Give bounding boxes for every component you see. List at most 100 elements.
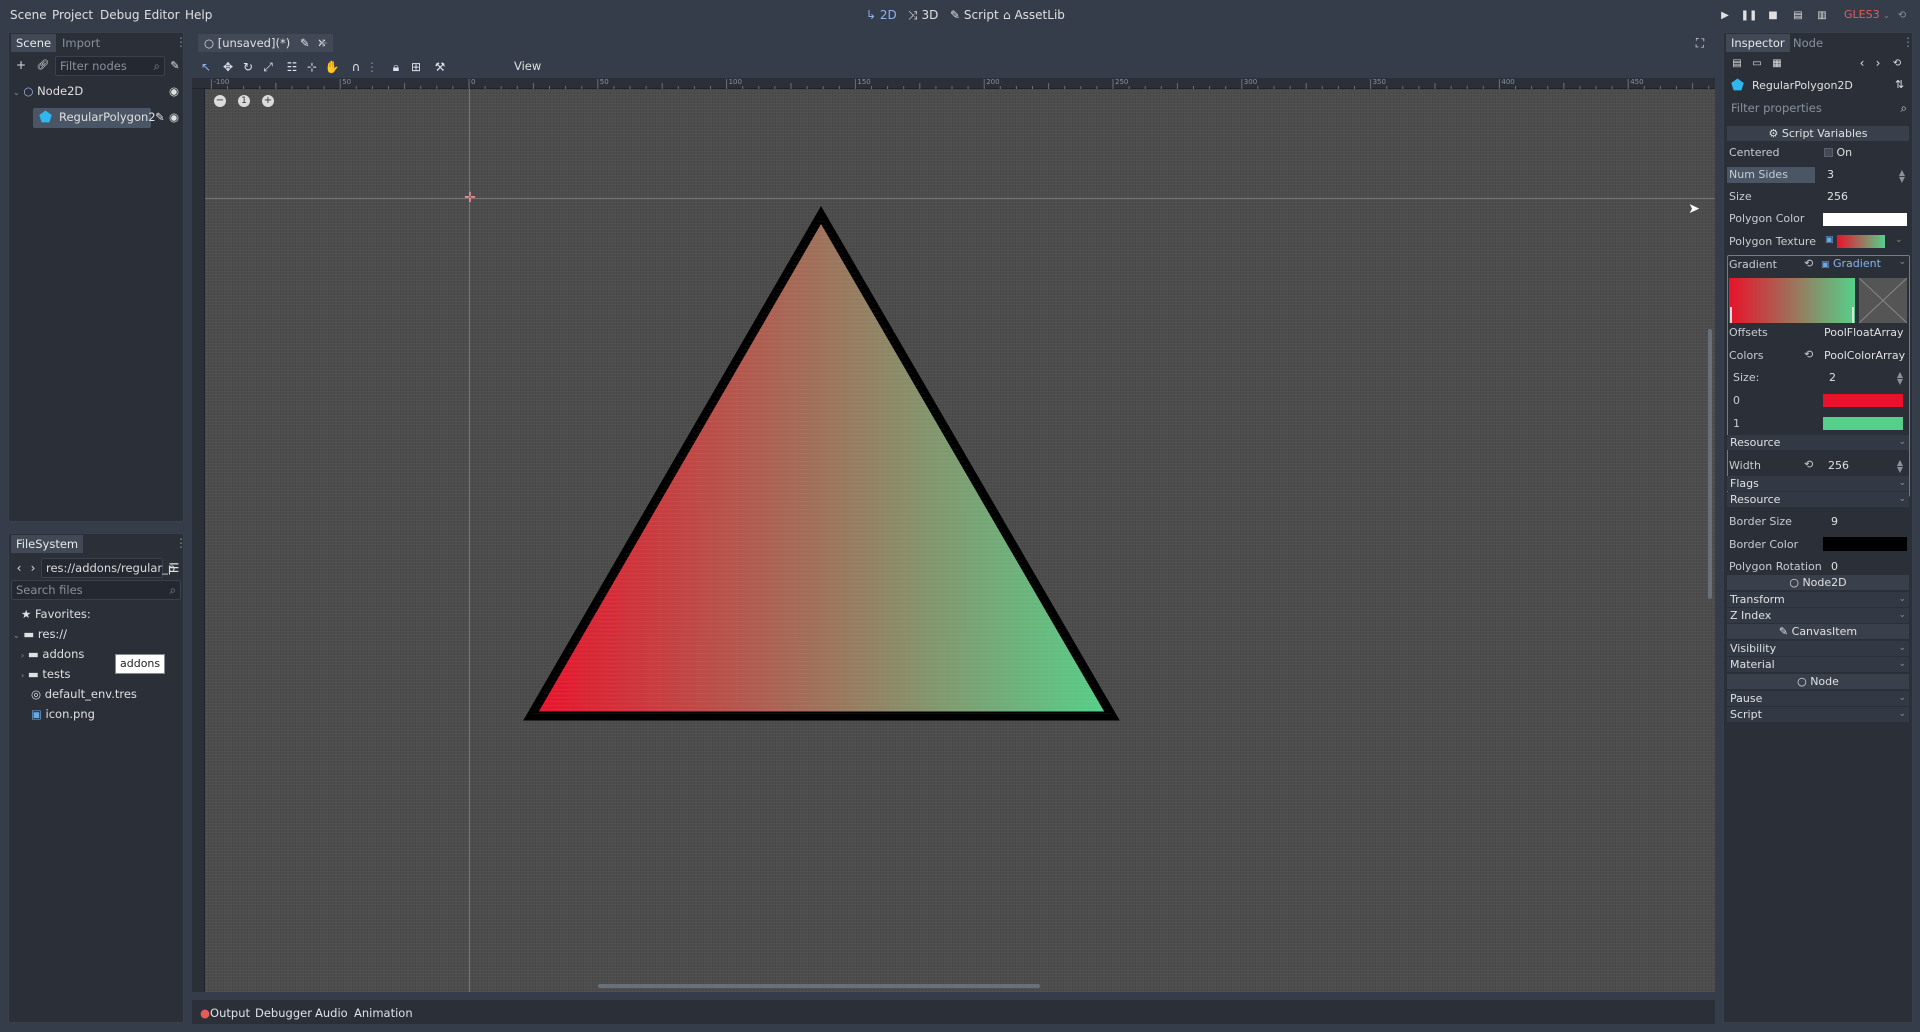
script-group[interactable]: Script ⌄ (1727, 707, 1909, 722)
add-node-button[interactable]: + (13, 57, 29, 73)
attach-script-button[interactable]: ✎ (167, 57, 183, 73)
history-forward-button[interactable]: › (1872, 55, 1884, 71)
pause-group[interactable]: Pause ⌄ (1727, 691, 1909, 706)
tab-debugger[interactable]: Debugger (255, 1006, 312, 1020)
file-default-env-row[interactable]: ◎ default_env.tres (31, 684, 137, 704)
group-button[interactable]: ⊞ (408, 59, 424, 75)
snap-options[interactable]: ⋮ (364, 59, 380, 75)
gradient-editor-preview[interactable] (1729, 278, 1855, 323)
gradient-stop-handle-1[interactable] (1852, 307, 1854, 323)
file-icon-png-row[interactable]: ▣ icon.png (31, 704, 95, 724)
prop-border-size-value[interactable]: 9 (1831, 515, 1838, 528)
dock-menu-icon[interactable]: ⋮ (175, 536, 187, 550)
resource-group[interactable]: Resource ⌄ (1727, 435, 1909, 450)
skeleton-button[interactable]: ⚒ (432, 59, 448, 75)
history-back-button[interactable]: ‹ (1856, 55, 1868, 71)
material-group[interactable]: Material ⌄ (1727, 657, 1909, 672)
scale-tool[interactable]: ⤢ (260, 59, 276, 75)
color-0-swatch[interactable] (1823, 394, 1903, 407)
path-field[interactable]: res://addons/regular_p (41, 558, 175, 578)
filter-nodes-input[interactable]: Filter nodes ⌕ (55, 56, 165, 76)
tree-node-regularpolygon[interactable]: ⬟ RegularPolygon2 ✎ ◉ (31, 105, 181, 129)
mode-script-button[interactable]: ✎ Script (950, 8, 999, 22)
play-scene-button[interactable]: ▤ (1791, 8, 1805, 22)
scene-tab[interactable]: ○ [unsaved](*) ✎ ✕ (198, 34, 333, 52)
pause-button[interactable]: ❚❚ (1741, 8, 1758, 22)
lock-button[interactable]: 🔒︎ (388, 59, 404, 75)
prop-polygon-rotation-value[interactable]: 0 (1831, 560, 1838, 573)
tab-inspector[interactable]: Inspector (1726, 34, 1790, 52)
menu-scene[interactable]: Scene (10, 8, 47, 22)
visibility-eye-icon[interactable]: ◉ (169, 81, 179, 101)
transform-group[interactable]: Transform ⌄ (1727, 592, 1909, 607)
tab-output[interactable]: ●Output (200, 1006, 250, 1020)
tab-node[interactable]: Node (1788, 34, 1828, 52)
tab-animation[interactable]: Animation (354, 1006, 413, 1020)
play-button[interactable]: ▶ (1719, 8, 1731, 22)
split-view-button[interactable]: ☰ (167, 560, 181, 576)
prop-centered-checkbox[interactable]: On (1824, 146, 1852, 159)
folder-tests-row[interactable]: › ▬ tests (21, 664, 70, 684)
favorites-row[interactable]: ★ Favorites: (21, 604, 91, 624)
prop-polygon-texture-field[interactable]: ▣ ⌄ (1823, 234, 1907, 249)
prop-offsets-value[interactable]: PoolFloatArray (1824, 326, 1904, 339)
gradient-stop-handle-0[interactable] (1730, 307, 1732, 323)
pivot-tool[interactable]: ⊹ (304, 59, 320, 75)
renderer-select[interactable]: GLES3 ⌄ (1844, 8, 1890, 21)
instance-scene-button[interactable]: 🔗︎ (35, 57, 51, 73)
2d-viewport[interactable]: − 1 + ✛ ➤ (205, 89, 1715, 992)
dock-menu-icon[interactable]: ⋮ (175, 35, 187, 49)
view-menu[interactable]: View (514, 59, 541, 73)
save-resource-button[interactable]: ▦ (1770, 55, 1784, 71)
visibility-group[interactable]: Visibility ⌄ (1727, 641, 1909, 656)
prop-colors-value[interactable]: PoolColorArray (1824, 349, 1905, 362)
forward-button[interactable]: › (27, 560, 39, 576)
menu-project[interactable]: Project (52, 8, 93, 22)
prop-border-color-swatch[interactable] (1823, 537, 1907, 551)
distraction-free-button[interactable]: ⛶ (1692, 35, 1708, 51)
mode-2d-button[interactable]: ↳ 2D (866, 8, 897, 22)
script-attached-icon[interactable]: ✎ (155, 105, 165, 129)
mode-3d-button[interactable]: ⤨ 3D (908, 8, 938, 23)
zindex-group[interactable]: Z Index ⌄ (1727, 608, 1909, 623)
tab-filesystem[interactable]: FileSystem (11, 535, 84, 553)
object-menu-icon[interactable]: ⇅ (1895, 78, 1904, 91)
new-tab-button[interactable]: + (316, 35, 330, 51)
history-button[interactable]: ⟲ (1890, 55, 1904, 71)
resource2-group[interactable]: Resource ⌄ (1727, 492, 1909, 507)
load-resource-button[interactable]: ▭ (1750, 55, 1764, 71)
back-button[interactable]: ‹ (13, 560, 25, 576)
rotate-tool[interactable]: ↻ (240, 59, 256, 75)
flags-group[interactable]: Flags ⌄ (1727, 476, 1909, 491)
menu-debug[interactable]: Debug (100, 8, 139, 22)
prop-size-value[interactable]: 256 (1827, 190, 1848, 203)
reset-icon[interactable]: ⟲ (1804, 458, 1813, 471)
gradient-color-picker-preview[interactable] (1858, 277, 1908, 324)
list-select-tool[interactable]: ☷ (284, 59, 300, 75)
vertical-scrollbar[interactable] (1708, 329, 1712, 599)
visibility-eye-icon[interactable]: ◉ (169, 105, 179, 129)
prop-num-sides-spinbox[interactable]: 3 ▲ ▼ (1819, 167, 1909, 184)
menu-editor[interactable]: Editor (144, 8, 180, 22)
pan-tool[interactable]: ✋ (324, 59, 340, 75)
prop-width-spinbox[interactable]: 256 ▲ ▼ (1821, 457, 1907, 474)
polygon-drawing[interactable] (205, 89, 1715, 992)
object-header[interactable]: ⬟ RegularPolygon2D ⇅ (1729, 76, 1909, 95)
mode-assetlib-button[interactable]: ⌂ AssetLib (1003, 8, 1065, 22)
play-custom-button[interactable]: ▥ (1815, 8, 1829, 22)
tab-import[interactable]: Import (57, 34, 105, 52)
search-files-input[interactable]: Search files ⌕ (11, 580, 181, 600)
res-root-row[interactable]: ⌄ ▬ res:// (13, 624, 67, 644)
array-size-spinbox[interactable]: 2 ▲ ▼ (1821, 369, 1907, 386)
dock-menu-icon[interactable]: ⋮ (1902, 35, 1914, 49)
section-node[interactable]: ○ Node (1727, 674, 1909, 689)
stop-button[interactable]: ■ (1767, 8, 1779, 22)
snap-toggle[interactable]: ∩ (348, 59, 364, 75)
reset-icon[interactable]: ⟲ (1804, 348, 1813, 361)
color-1-swatch[interactable] (1823, 417, 1903, 430)
section-canvasitem[interactable]: ✎ CanvasItem (1727, 624, 1909, 639)
settings-toggle[interactable]: ⟲ (1896, 8, 1908, 22)
new-resource-button[interactable]: ▤ (1730, 55, 1744, 71)
section-node2d[interactable]: ○ Node2D (1727, 575, 1909, 590)
horizontal-scrollbar[interactable] (598, 984, 1040, 988)
